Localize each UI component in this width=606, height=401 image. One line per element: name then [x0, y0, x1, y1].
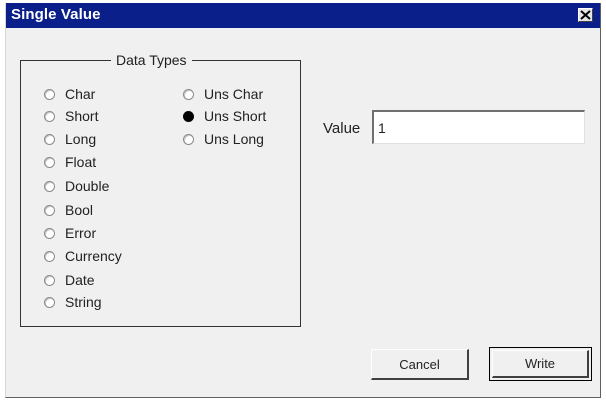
data-types-label: Data Types: [111, 52, 192, 68]
radio-button-icon[interactable]: [44, 133, 55, 145]
radio-string[interactable]: String: [44, 292, 102, 312]
radio-currency[interactable]: Currency: [44, 246, 122, 266]
value-label: Value: [323, 120, 361, 137]
radio-long[interactable]: Long: [44, 129, 96, 149]
radio-bool[interactable]: Bool: [44, 200, 93, 220]
radio-button-icon[interactable]: [44, 180, 55, 192]
radio-char[interactable]: Char: [44, 84, 95, 104]
radio-button-icon[interactable]: [44, 296, 55, 308]
title-bar[interactable]: Single Value: [6, 3, 600, 28]
radio-short[interactable]: Short: [44, 106, 98, 126]
radio-button-icon[interactable]: [44, 156, 55, 168]
value-input[interactable]: [372, 110, 585, 144]
radio-float[interactable]: Float: [44, 152, 96, 172]
radio-label: Bool: [65, 202, 94, 218]
radio-button-icon[interactable]: [44, 227, 55, 239]
write-button[interactable]: Write: [489, 347, 592, 381]
radio-button-icon[interactable]: [44, 274, 55, 286]
radio-label: Uns Char: [204, 86, 264, 102]
radio-uns-short[interactable]: Uns Short: [183, 106, 266, 126]
radio-double[interactable]: Double: [44, 176, 109, 196]
radio-label: Error: [65, 225, 97, 241]
radio-button-icon[interactable]: [44, 88, 55, 100]
radio-date[interactable]: Date: [44, 270, 95, 290]
radio-label: Uns Long: [204, 131, 264, 147]
write-button-label: Write: [492, 350, 589, 378]
close-button[interactable]: [578, 8, 593, 22]
radio-label: Uns Short: [204, 108, 267, 124]
radio-button-selected-icon[interactable]: [183, 110, 194, 122]
radio-button-icon[interactable]: [44, 250, 55, 262]
radio-button-icon[interactable]: [44, 110, 55, 122]
radio-label: Date: [65, 272, 95, 288]
radio-label: Char: [65, 86, 96, 102]
radio-button-icon[interactable]: [44, 204, 55, 216]
radio-label: Long: [65, 131, 97, 147]
radio-label: String: [65, 294, 102, 310]
cancel-button[interactable]: Cancel: [371, 349, 469, 380]
radio-uns-long[interactable]: Uns Long: [183, 129, 264, 149]
window-title: Single Value: [11, 6, 101, 23]
radio-label: Short: [65, 108, 99, 124]
close-icon: [580, 10, 591, 20]
radio-uns-char[interactable]: Uns Char: [183, 84, 263, 104]
radio-error[interactable]: Error: [44, 223, 96, 243]
radio-label: Float: [65, 154, 97, 170]
radio-label: Currency: [65, 248, 122, 264]
radio-button-icon[interactable]: [183, 88, 194, 100]
radio-button-icon[interactable]: [183, 133, 194, 145]
radio-label: Double: [65, 178, 110, 194]
